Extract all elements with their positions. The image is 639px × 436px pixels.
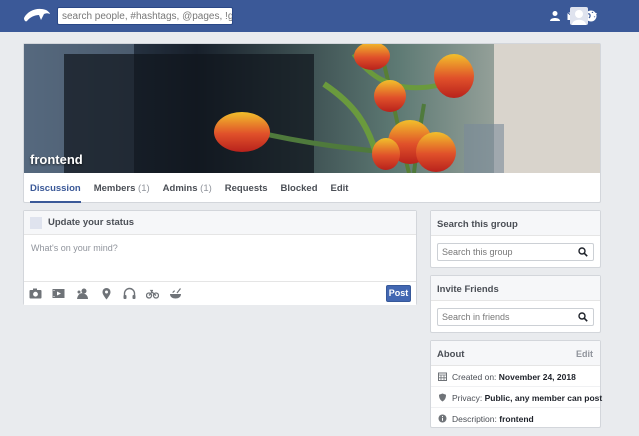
top-navigation-bar: search people, #hashtags, @pages, !group… [0, 0, 639, 32]
feeling-icon[interactable] [76, 287, 89, 300]
post-button[interactable]: Post [386, 285, 411, 302]
invite-friends-input[interactable]: Search in friends [437, 308, 594, 326]
members-count: (1) [138, 183, 150, 194]
invite-friends-widget: Invite Friends Search in friends [430, 275, 601, 333]
group-tabs: Discussion Members (1) Admins (1) Reques… [24, 173, 600, 203]
about-header: About Edit [431, 341, 600, 366]
admins-count: (1) [200, 183, 212, 194]
calendar-icon [438, 372, 447, 381]
tab-blocked[interactable]: Blocked [281, 173, 318, 203]
description-value: frontend [499, 414, 534, 424]
location-icon[interactable] [100, 287, 113, 300]
video-icon[interactable] [52, 287, 65, 300]
activity-icon[interactable] [146, 287, 159, 300]
group-cover-photo: frontend [24, 44, 600, 173]
tab-admins[interactable]: Admins (1) [163, 173, 212, 203]
privacy-value: Public, any member can post [484, 393, 603, 403]
invite-friends-title: Invite Friends [431, 276, 600, 301]
photo-icon[interactable] [29, 287, 42, 300]
search-icon[interactable] [578, 247, 588, 257]
composer-toolbar: Post [24, 281, 416, 305]
about-privacy-row: Privacy: Public, any member can post [431, 387, 603, 408]
global-search-input[interactable]: search people, #hashtags, @pages, !group… [57, 7, 233, 25]
tab-discussion[interactable]: Discussion [30, 173, 81, 203]
composer-avatar [30, 216, 42, 229]
account-menu-caret-icon[interactable] [591, 13, 597, 17]
status-textarea[interactable]: What's on your mind? [24, 235, 416, 279]
friend-requests-icon[interactable] [549, 9, 561, 21]
group-name: frontend [30, 152, 83, 167]
info-icon [438, 414, 447, 423]
composer-title: Update your status [48, 217, 135, 228]
tab-requests[interactable]: Requests [225, 173, 268, 203]
about-title: About [437, 349, 465, 360]
search-icon[interactable] [578, 312, 588, 322]
created-date: November 24, 2018 [498, 372, 576, 382]
food-icon[interactable] [169, 287, 182, 300]
tab-members[interactable]: Members (1) [94, 173, 150, 203]
search-group-title: Search this group [431, 211, 600, 236]
music-icon[interactable] [123, 287, 136, 300]
search-group-placeholder: Search this group [442, 247, 513, 257]
about-created-row: Created on: November 24, 2018 [431, 366, 600, 387]
about-description-row: Description: frontend [431, 408, 600, 429]
about-edit-link[interactable]: Edit [576, 349, 593, 359]
search-group-input[interactable]: Search this group [437, 243, 594, 261]
status-composer: Update your status What's on your mind? … [23, 210, 417, 305]
user-avatar[interactable] [570, 7, 588, 25]
dolphin-logo-icon[interactable] [22, 4, 52, 26]
tab-edit[interactable]: Edit [331, 173, 349, 203]
invite-friends-placeholder: Search in friends [442, 312, 510, 322]
shield-icon [439, 393, 446, 402]
about-widget: About Edit Created on: November 24, 2018… [430, 340, 603, 429]
group-header-card: frontend Discussion Members (1) Admins (… [23, 43, 601, 203]
composer-header: Update your status [24, 211, 416, 235]
search-group-widget: Search this group Search this group [430, 210, 601, 268]
